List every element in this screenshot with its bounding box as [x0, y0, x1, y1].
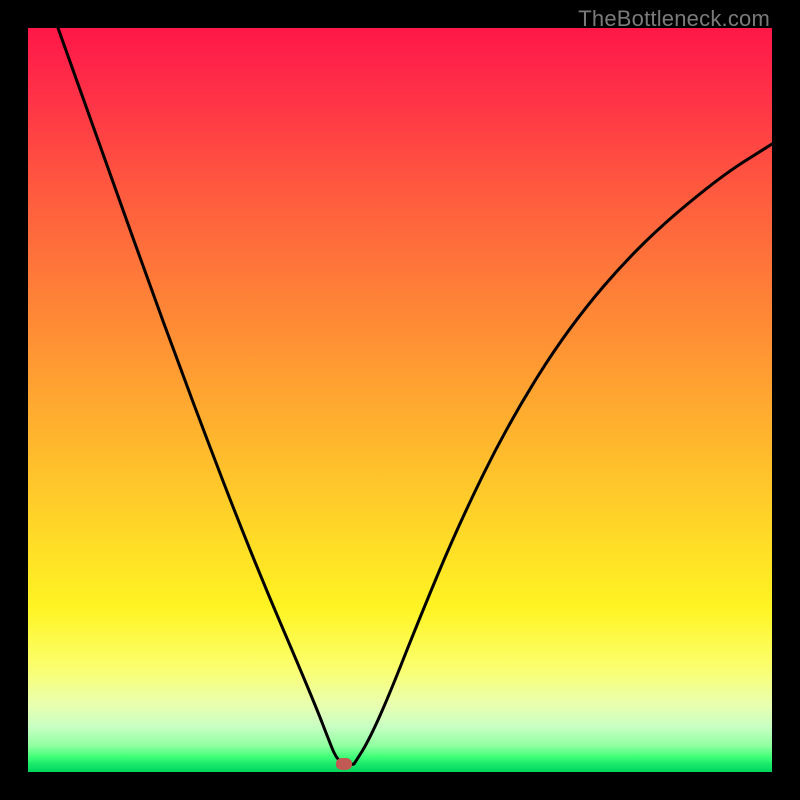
plot-area — [28, 28, 772, 772]
bottleneck-curve — [28, 28, 772, 772]
minimum-marker — [336, 758, 352, 770]
chart-frame: TheBottleneck.com — [0, 0, 800, 800]
